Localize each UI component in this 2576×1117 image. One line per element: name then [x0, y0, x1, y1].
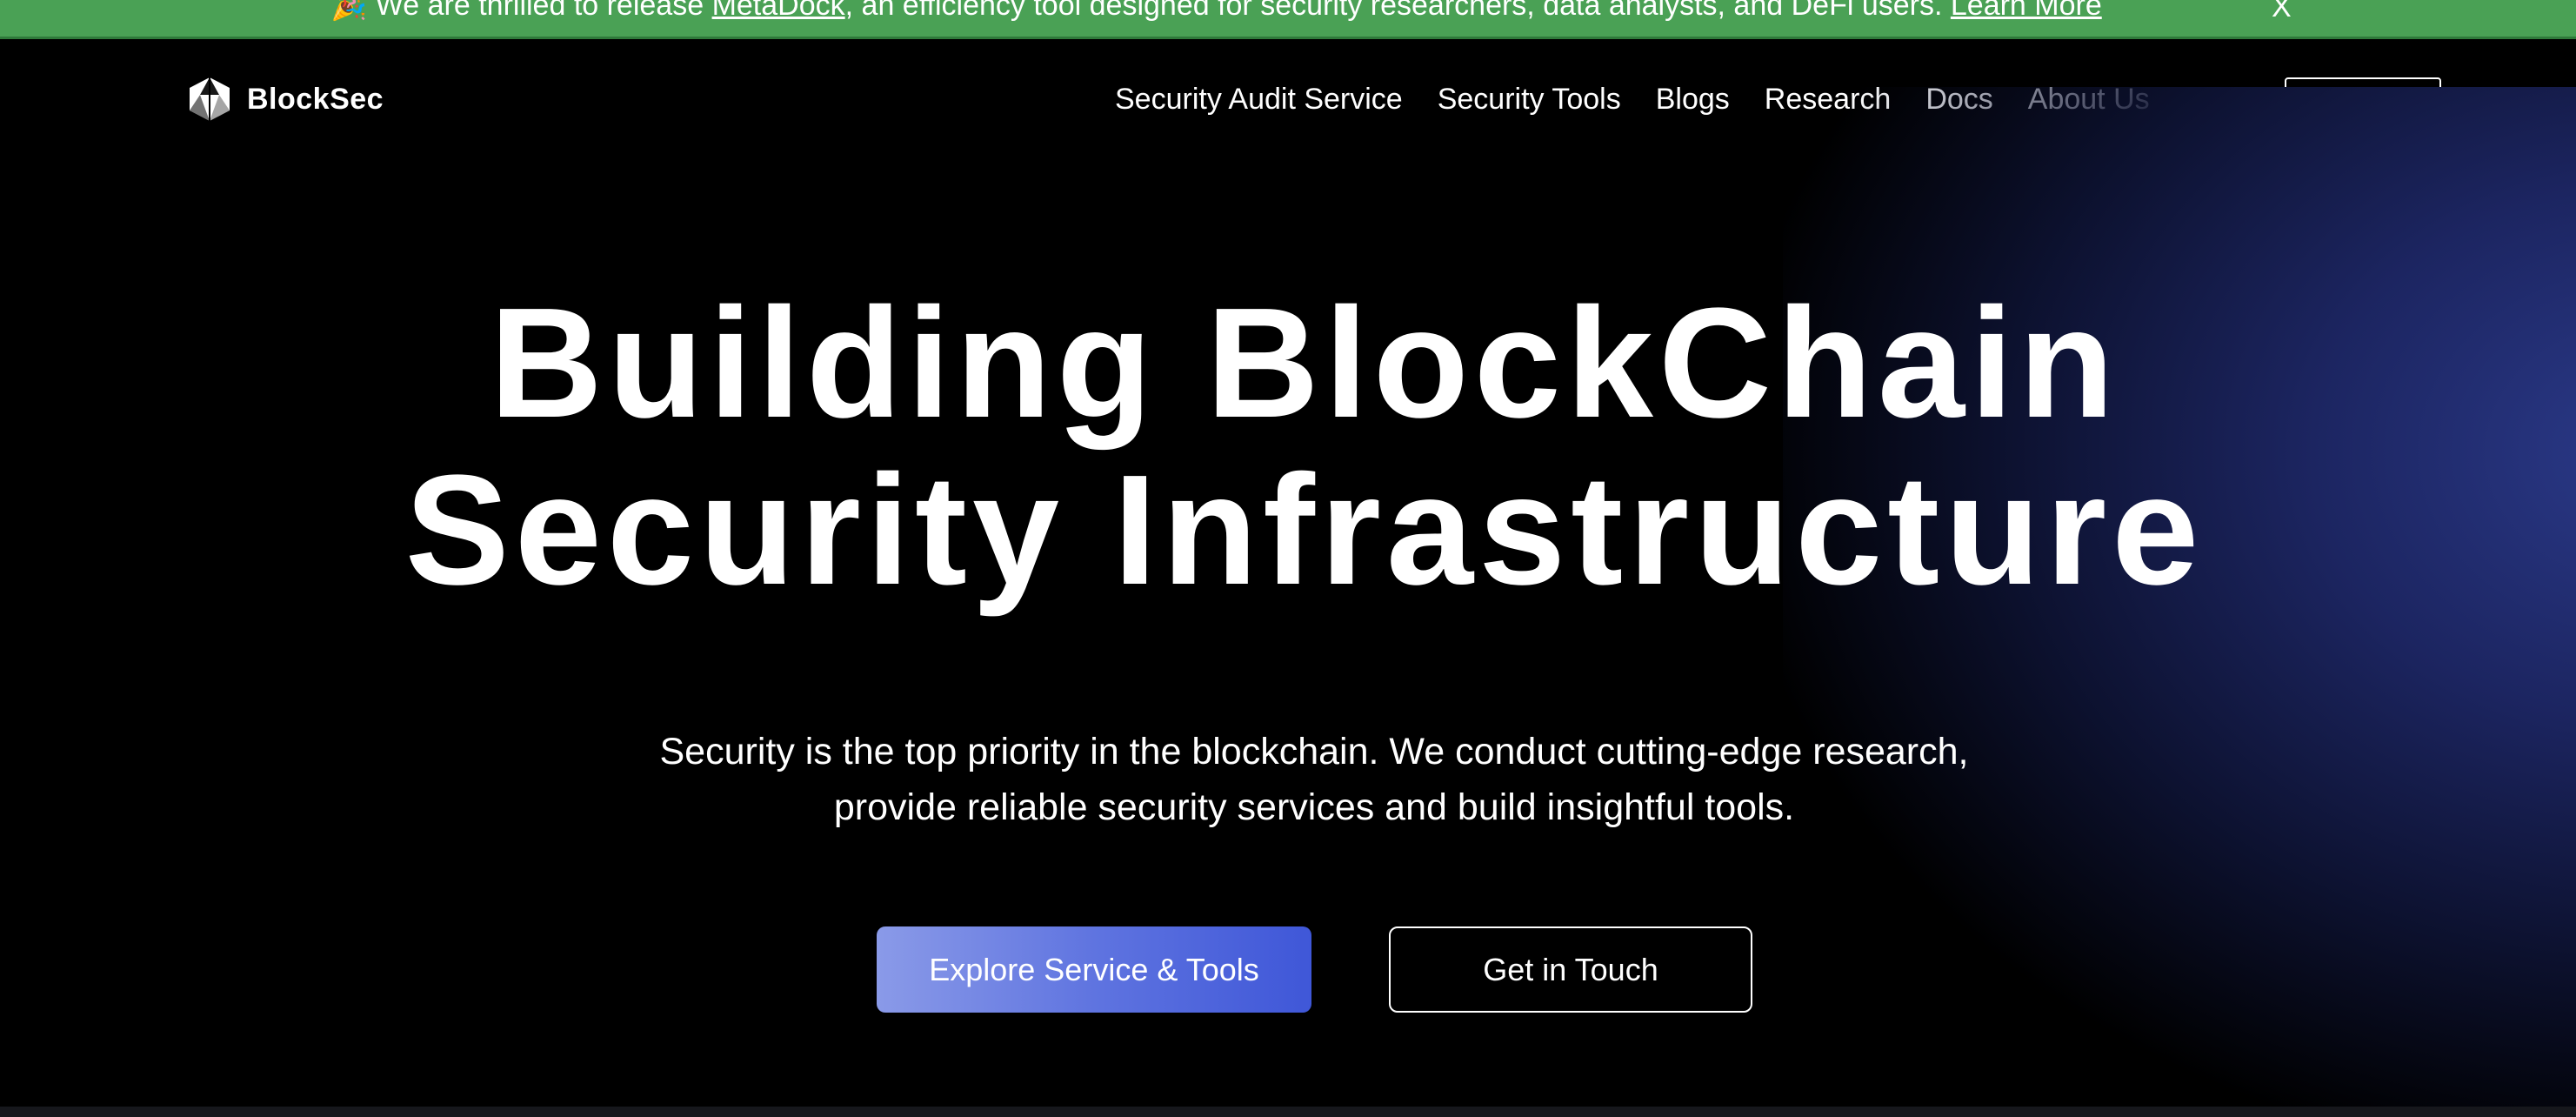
blocksec-logo-icon	[186, 76, 233, 123]
learn-more-link[interactable]: Learn More	[1951, 0, 2102, 22]
party-emoji: 🎉	[330, 0, 368, 22]
banner-close-button[interactable]: X	[2272, 0, 2292, 24]
hero-title-line-2: Security Infrastructure	[404, 443, 2205, 618]
page: 🎉 We are thrilled to release MetaDock, a…	[0, 0, 2576, 1117]
hero-subtitle-line-2: provide reliable security services and b…	[833, 786, 1795, 828]
hero-subtitle: Security is the top priority in the bloc…	[0, 724, 2576, 835]
announcement-text-after: , an efficiency tool designed for securi…	[844, 0, 1951, 22]
explore-service-tools-button[interactable]: Explore Service & Tools	[877, 926, 1311, 1013]
brand-name: BlockSec	[247, 82, 384, 116]
nav-about-us[interactable]: About Us	[2028, 83, 2150, 117]
brand-logo-link[interactable]: BlockSec	[186, 76, 384, 123]
nav-docs[interactable]: Docs	[1925, 83, 1992, 117]
announcement-banner: 🎉 We are thrilled to release MetaDock, a…	[0, 0, 2576, 39]
hero-title-line-1: Building BlockChain	[489, 276, 2119, 451]
get-in-touch-button[interactable]: Get in Touch	[1389, 926, 1752, 1013]
nav-research[interactable]: Research	[1765, 83, 1892, 117]
contact-button[interactable]: Contact	[2285, 77, 2441, 128]
section-divider	[0, 1107, 2576, 1117]
nav-security-tools[interactable]: Security Tools	[1438, 83, 1621, 117]
metadock-link[interactable]: MetaDock	[712, 0, 845, 22]
main-nav: Security Audit Service Security Tools Bl…	[1115, 83, 2150, 117]
hero-subtitle-line-1: Security is the top priority in the bloc…	[659, 731, 1969, 773]
announcement-text-before: We are thrilled to release	[367, 0, 712, 22]
nav-security-audit-service[interactable]: Security Audit Service	[1115, 83, 1403, 117]
nav-blogs[interactable]: Blogs	[1656, 83, 1730, 117]
announcement-text: 🎉 We are thrilled to release MetaDock, a…	[330, 0, 2102, 23]
site-header: BlockSec Security Audit Service Security…	[0, 39, 2576, 165]
hero-title: Building BlockChain Security Infrastruct…	[0, 280, 2576, 614]
